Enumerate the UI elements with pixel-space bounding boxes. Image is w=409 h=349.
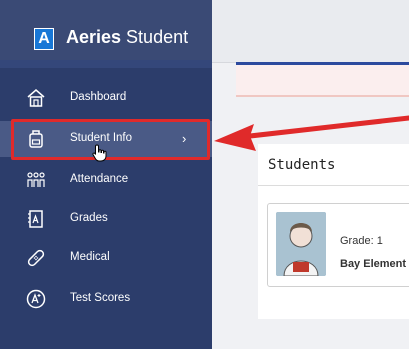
annotation-arrow	[214, 115, 409, 151]
